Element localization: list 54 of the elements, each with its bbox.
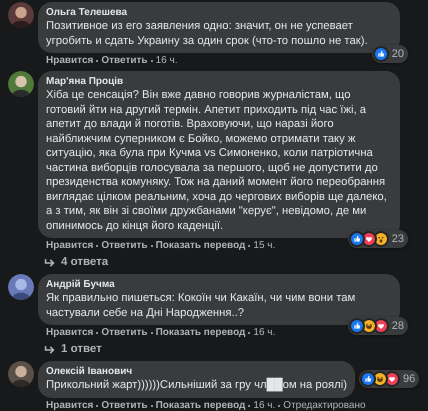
replies-link[interactable]: 1 ответ (38, 339, 400, 357)
comment-text: Як правильно пишеться: Кокоїн чи Какаїн, чи чим вони там частували себе на Дні Народження..? (46, 291, 356, 320)
action-link[interactable]: Показать перевод (156, 240, 246, 252)
reply-arrow-icon (44, 344, 55, 354)
separator-dot (248, 245, 250, 247)
separator-dot (150, 332, 153, 334)
comment-time: 15 ч. (253, 240, 276, 252)
action-link[interactable]: Нравится (46, 55, 94, 67)
separator-dot (96, 245, 98, 247)
action-link[interactable]: Ответить (101, 327, 148, 339)
separator-dot (96, 332, 98, 334)
separator-dot (96, 404, 98, 406)
author-name[interactable]: Олексій Іванович (46, 365, 347, 378)
reactions-badge[interactable]: 96 (358, 370, 420, 388)
comment-text: Хіба це сенсація? Він вже давно говорив журналістам, що готовий йти на другий термін. Апетит приходить під час їжі, а апетит до влади й поготів. Враховуючи, що наразі його найближчим суперником є Бойко, можемо отримати таку ж ситуацію, яка була при Кучма vs Симоненко, коли патріотична частина виборців голосувала за першого, щоб не допустити до президенства комуняку. Тож на даний момент його переобрання виглядає цілком реальним, хоча до чергових виборів ще далеко, а з тим, як він зі своїми дружбанами "керує", невідомо, де ми опинимось до кінця його каденції. (46, 88, 388, 233)
wow-reaction-icon (372, 231, 389, 247)
haha-reaction-icon (360, 318, 377, 334)
action-link[interactable]: Нравится (46, 400, 94, 411)
action-link[interactable]: Ответить (101, 55, 148, 67)
reactions-badge[interactable]: 28 (348, 317, 408, 335)
separator-dot (96, 60, 98, 62)
love-reaction-icon (360, 231, 377, 247)
like-reaction-icon (372, 46, 389, 62)
reply-arrow-icon (44, 258, 55, 268)
reactions-badge[interactable]: 23 (348, 230, 408, 248)
like-reaction-icon (348, 231, 365, 247)
love-reaction-icon (372, 318, 389, 334)
action-link[interactable]: Нравится (46, 240, 94, 252)
like-reaction-icon (348, 318, 365, 334)
comment-text: Позитивное из его заявления одно: значит, он не успевает угробить и сдать Украину за один срок (что-то пошло не так). (46, 19, 369, 48)
separator-dot (150, 60, 153, 62)
love-reaction-icon (384, 371, 400, 388)
reactions-badge[interactable]: 20 (372, 45, 408, 63)
separator-dot (278, 404, 280, 406)
comment-text: Прикольний жарт))))))Сильніший за гру чл██ом на роялі) (46, 378, 347, 392)
author-name[interactable]: Андрій Бучма (46, 278, 392, 291)
separator-dot (150, 404, 153, 406)
separator-dot (248, 404, 250, 406)
action-link[interactable]: Показать перевод (156, 327, 246, 339)
separator-dot (150, 245, 153, 247)
comment-time: 16 ч. (156, 55, 178, 67)
haha-reaction-icon (372, 371, 388, 388)
action-link[interactable]: Показать перевод (156, 400, 246, 411)
author-name[interactable]: Ольга Телешева (46, 6, 392, 19)
like-reaction-icon (360, 371, 376, 388)
action-link[interactable]: Ответить (101, 240, 148, 252)
edited-label: Отредактировано (283, 400, 366, 411)
action-link[interactable]: Ответить (101, 400, 148, 411)
author-name[interactable]: Мар'яна Проців (46, 75, 392, 88)
comment-time: 16 ч. (253, 400, 276, 411)
comment-time: 16 ч. (253, 327, 276, 339)
replies-link[interactable]: 4 ответа (38, 252, 400, 270)
separator-dot (248, 332, 250, 334)
action-link[interactable]: Нравится (46, 327, 94, 339)
